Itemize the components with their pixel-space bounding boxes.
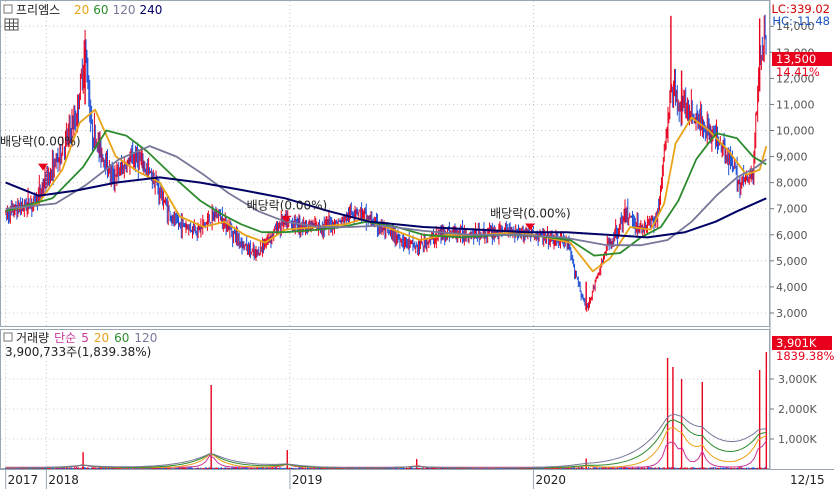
current-price-value: 13,500 — [776, 52, 816, 66]
time-axis-bar — [0, 469, 834, 489]
price-tick-label: 8,000 — [776, 177, 808, 190]
volume-ma-legend-item: 5 — [81, 331, 89, 345]
price-tick-label: 4,000 — [776, 281, 808, 294]
square-menu-icon[interactable] — [3, 332, 13, 342]
volume-y-axis: 1,000K 2,000K 3,000K — [770, 373, 817, 446]
volume-tick-label: 2,000K — [778, 403, 817, 416]
volume-tick-label: 1,000K — [778, 433, 817, 446]
year-label: 2019 — [292, 473, 323, 487]
price-tick-label: 10,000 — [776, 125, 815, 138]
price-tick-label: 7,000 — [776, 203, 808, 216]
stock-name: 프리엠스 — [16, 3, 60, 17]
year-label: 2018 — [48, 473, 79, 487]
dividend-label: 배당락(0.00%) — [490, 207, 571, 221]
dividend-label: 배당락(0.00%) — [247, 199, 328, 213]
hc-label: HC:-11.48 — [772, 14, 830, 28]
volume-title: 거래량 — [16, 331, 49, 345]
stock-chart: 3,000 4,000 5,000 6,000 7,000 8,000 9,000 10,00… — [0, 0, 834, 489]
volume-tick-label: 3,000K — [778, 373, 817, 386]
price-tick-label: 11,000 — [776, 98, 815, 111]
volume-ma-type: 단순 — [54, 331, 76, 345]
current-volume-percent: 1839.38% — [776, 349, 834, 363]
price-panel-frame — [0, 0, 770, 327]
price-tick-label: 3,000 — [776, 307, 808, 320]
dividend-label: 배당락(0.00%) — [0, 135, 81, 149]
year-label: 2020 — [535, 473, 566, 487]
price-ma-legend: 20 60 120 240 — [74, 3, 162, 17]
stock-chart-window: 3,000 4,000 5,000 6,000 7,000 8,000 9,000 10,00… — [0, 0, 834, 489]
grid-table-icon[interactable] — [4, 18, 19, 31]
change-percent: 14.41% — [776, 65, 820, 79]
volume-ma-legend: 거래량 단순 5 20 60 120 — [16, 331, 157, 345]
current-volume-value: 3,901K — [776, 336, 817, 350]
volume-summary: 3,900,733주(1,839.38%) — [5, 345, 151, 359]
ma-legend-item: 20 — [74, 3, 89, 17]
square-menu-icon[interactable] — [3, 4, 13, 14]
volume-ma-legend-item: 120 — [134, 331, 157, 345]
ma-legend-item: 240 — [139, 3, 162, 17]
volume-legend: 거래량 단순 5 20 60 120 3,900,733주(1,839.38%) — [3, 331, 157, 359]
price-tick-label: 5,000 — [776, 255, 808, 268]
volume-ma-legend-item: 20 — [94, 331, 109, 345]
ma-legend-item: 120 — [113, 3, 136, 17]
price-tick-label: 9,000 — [776, 151, 808, 164]
ma-legend-item: 60 — [93, 3, 108, 17]
year-label: 2017 — [8, 473, 39, 487]
price-tick-label: 6,000 — [776, 229, 808, 242]
end-date-label: 12/15 — [790, 473, 825, 487]
volume-ma-legend-item: 60 — [114, 331, 129, 345]
